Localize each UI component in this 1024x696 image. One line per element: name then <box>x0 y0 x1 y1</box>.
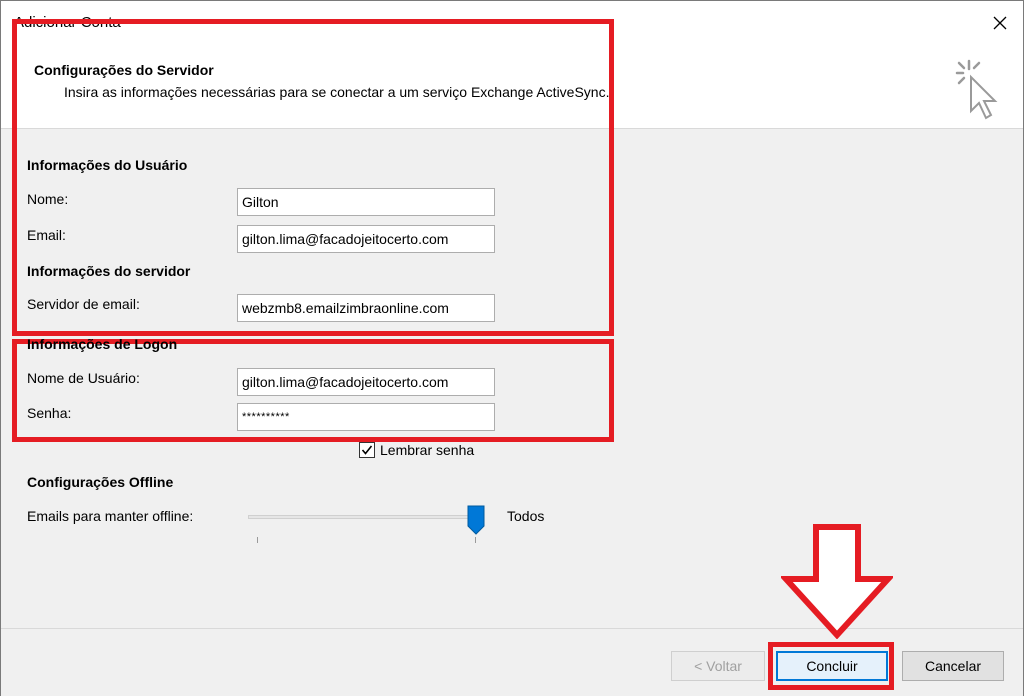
finish-button[interactable]: Concluir <box>776 651 888 681</box>
user-server-logon-highlight <box>12 19 614 336</box>
email-field[interactable]: gilton.lima@facadojeitocerto.com <box>237 225 495 253</box>
keep-offline-label: Emails para manter offline: <box>27 508 194 524</box>
password-label: Senha: <box>27 405 72 421</box>
offline-slider-thumb[interactable] <box>467 505 485 535</box>
close-button[interactable] <box>977 1 1023 45</box>
server-info-heading: Informações do servidor <box>27 263 191 279</box>
user-info-heading: Informações do Usuário <box>27 157 188 173</box>
remember-password-checkbox[interactable] <box>359 442 375 458</box>
slider-value-label: Todos <box>507 508 545 524</box>
back-button[interactable]: < Voltar <box>671 651 765 681</box>
name-label: Nome: <box>27 191 69 207</box>
remember-password-option[interactable]: Lembrar senha <box>359 442 474 458</box>
cancel-button[interactable]: Cancelar <box>902 651 1004 681</box>
name-field[interactable]: Gilton <box>237 188 495 216</box>
slider-tick-max <box>475 537 476 543</box>
down-arrow-annotation <box>781 524 893 639</box>
remember-password-label: Lembrar senha <box>380 442 475 458</box>
offline-slider-track[interactable] <box>248 515 478 519</box>
close-icon <box>993 16 1007 30</box>
mail-server-field[interactable]: webzmb8.emailzimbraonline.com <box>237 294 495 322</box>
checkmark-icon <box>361 445 373 455</box>
add-account-dialog: Adicionar Conta Configurações do Servido… <box>0 0 1024 696</box>
offline-settings-heading: Configurações Offline <box>27 474 174 490</box>
cursor-click-icon <box>955 59 998 120</box>
slider-tick-min <box>257 537 258 543</box>
username-label: Nome de Usuário: <box>27 370 140 386</box>
logon-info-heading: Informações de Logon <box>27 336 178 352</box>
email-label: Email: <box>27 227 66 243</box>
mail-server-label: Servidor de email: <box>27 296 140 312</box>
username-field[interactable]: gilton.lima@facadojeitocerto.com <box>237 368 495 396</box>
password-field[interactable]: ********** <box>237 403 495 431</box>
